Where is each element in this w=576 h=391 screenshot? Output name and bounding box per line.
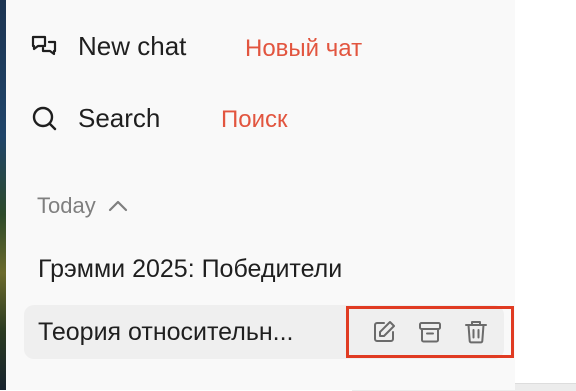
chat-item-grammy[interactable]: Грэмми 2025: Победители [24, 242, 504, 296]
section-today-header[interactable]: Today [37, 190, 128, 222]
new-chat-button[interactable]: New chat [30, 26, 186, 66]
chat-title: Теория относительн... [38, 317, 294, 346]
search-translation: Поиск [221, 106, 288, 133]
main-area [515, 0, 576, 390]
archive-icon [419, 322, 441, 343]
search-icon [30, 104, 58, 132]
search-button[interactable]: Search [30, 98, 160, 138]
search-label: Search [78, 102, 161, 133]
trash-icon [465, 321, 487, 344]
edit-icon [374, 321, 395, 342]
chat-actions-highlight [346, 306, 514, 358]
archive-button[interactable] [415, 317, 445, 347]
new-chat-translation: Новый чат [245, 35, 363, 62]
section-today-label: Today [37, 193, 96, 218]
edit-button[interactable] [369, 317, 399, 347]
new-chat-icon [30, 32, 58, 60]
chevron-up-icon [108, 200, 127, 212]
new-chat-label: New chat [78, 30, 187, 61]
chat-title: Грэмми 2025: Победители [38, 254, 343, 283]
delete-button[interactable] [461, 317, 491, 347]
